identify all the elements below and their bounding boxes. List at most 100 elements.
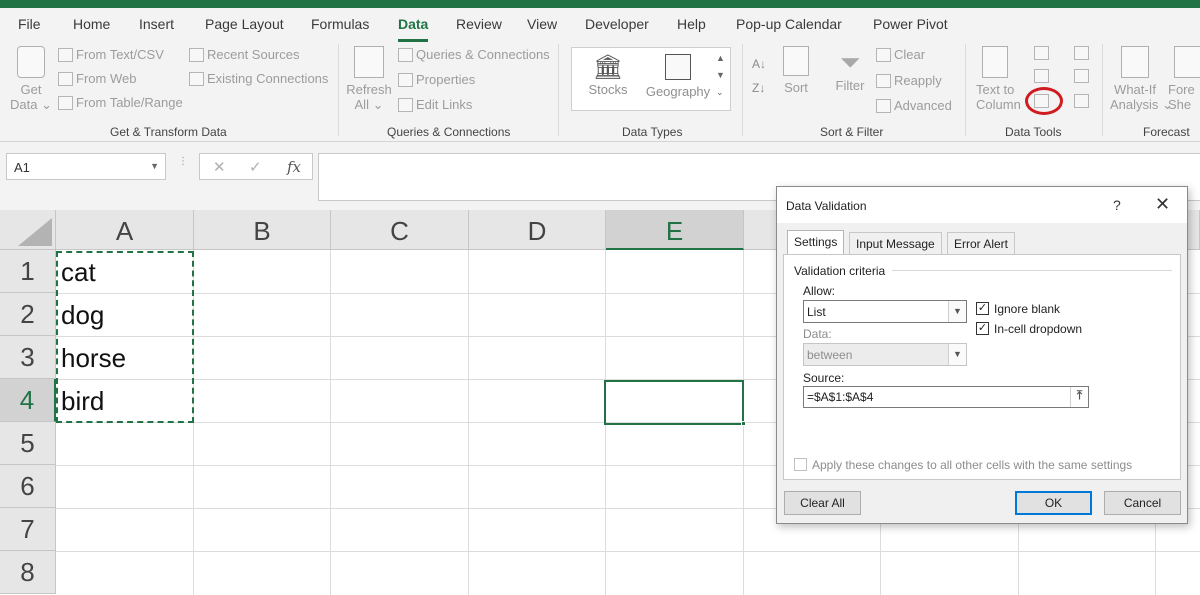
- collapse-dialog-icon[interactable]: ⤒: [1070, 387, 1088, 407]
- flash-fill-icon[interactable]: [1034, 46, 1049, 60]
- tab-home[interactable]: Home: [73, 16, 110, 32]
- row-header-3[interactable]: 3: [0, 336, 56, 379]
- sort-button[interactable]: Sort: [778, 46, 814, 95]
- insert-function-icon[interactable]: fx: [287, 158, 301, 176]
- row-header-6[interactable]: 6: [0, 465, 56, 508]
- tab-data[interactable]: Data: [398, 16, 428, 32]
- column-header-b[interactable]: B: [194, 210, 331, 250]
- chevron-down-icon[interactable]: ▼: [948, 301, 966, 322]
- cancel-button[interactable]: Cancel: [1104, 491, 1181, 515]
- tab-error-alert[interactable]: Error Alert: [947, 232, 1016, 254]
- select-all-icon: [18, 218, 52, 246]
- text-to-columns-icon: [982, 46, 1008, 78]
- web-icon: [58, 71, 73, 86]
- clear-button[interactable]: Clear: [876, 47, 925, 62]
- tab-formulas[interactable]: Formulas: [311, 16, 369, 32]
- recent-sources-icon: [189, 47, 204, 62]
- edit-links-icon: [398, 97, 413, 112]
- data-types-scroll[interactable]: ▲ ▼ ⌄: [716, 50, 725, 101]
- group-separator: [558, 44, 559, 136]
- row-header-5[interactable]: 5: [0, 422, 56, 465]
- group-label-queries: Queries & Connections: [387, 125, 511, 139]
- group-separator: [1102, 44, 1103, 136]
- gridline: [56, 551, 1200, 552]
- name-box[interactable]: A1 ▼: [6, 153, 166, 180]
- sort-az-buttons[interactable]: A↓ Z↓: [752, 52, 766, 100]
- properties-button[interactable]: Properties: [398, 72, 475, 87]
- tab-help[interactable]: Help: [677, 16, 706, 32]
- column-header-d[interactable]: D: [469, 210, 606, 250]
- ignore-blank-checkbox[interactable]: ✓: [976, 302, 989, 315]
- source-input[interactable]: =$A$1:$A$4 ⤒: [803, 386, 1089, 408]
- consolidate-icon[interactable]: [1074, 46, 1089, 60]
- tab-power-pivot[interactable]: Power Pivot: [873, 16, 948, 32]
- properties-icon: [398, 72, 413, 87]
- tab-file[interactable]: File: [18, 16, 41, 32]
- group-label-data-tools: Data Tools: [1005, 125, 1062, 139]
- forecast-icon: [1174, 46, 1200, 78]
- enter-icon[interactable]: ✓: [249, 158, 262, 176]
- column-header-a[interactable]: A: [56, 210, 194, 250]
- edit-links-button[interactable]: Edit Links: [398, 97, 472, 112]
- in-cell-dropdown-label: In-cell dropdown: [994, 322, 1083, 336]
- tab-input-message[interactable]: Input Message: [849, 232, 942, 254]
- reapply-button[interactable]: Reapply: [876, 73, 942, 88]
- forecast-sheet-button[interactable]: Fore She: [1168, 46, 1200, 112]
- filter-button[interactable]: ⏷ Filter: [830, 46, 870, 93]
- cancel-icon[interactable]: ✕: [213, 158, 226, 176]
- apply-all-label: Apply these changes to all other cells w…: [812, 458, 1133, 472]
- close-icon[interactable]: ✕: [1155, 194, 1170, 215]
- from-table-range-button[interactable]: From Table/Range: [58, 95, 183, 110]
- active-cell-e4[interactable]: [604, 380, 744, 425]
- refresh-all-button[interactable]: Refresh All ⌄: [346, 46, 392, 113]
- row-header-7[interactable]: 7: [0, 508, 56, 551]
- fill-handle[interactable]: [741, 421, 746, 426]
- chevron-down-icon: ▼: [948, 344, 966, 365]
- row-header-2[interactable]: 2: [0, 293, 56, 336]
- tab-review[interactable]: Review: [456, 16, 502, 32]
- dialog-titlebar[interactable]: Data Validation ? ✕: [777, 187, 1187, 223]
- advanced-button[interactable]: Advanced: [876, 98, 952, 113]
- chevron-down-icon[interactable]: ▼: [150, 161, 159, 171]
- from-text-csv-button[interactable]: From Text/CSV: [58, 47, 164, 62]
- annotation-circle: [1025, 87, 1063, 115]
- tab-popup-calendar[interactable]: Pop-up Calendar: [736, 16, 842, 32]
- recent-sources-button[interactable]: Recent Sources: [189, 47, 300, 62]
- geography-button[interactable]: Geography: [645, 54, 711, 99]
- column-header-e[interactable]: E: [606, 210, 744, 250]
- row-header-4[interactable]: 4: [0, 379, 56, 422]
- queries-connections-button[interactable]: Queries & Connections: [398, 47, 550, 62]
- tab-settings[interactable]: Settings: [787, 230, 845, 254]
- stocks-button[interactable]: 🏛 Stocks: [585, 54, 631, 97]
- get-data-button[interactable]: Get Data ⌄: [10, 46, 52, 113]
- tab-view[interactable]: View: [527, 16, 557, 32]
- row-header-1[interactable]: 1: [0, 250, 56, 293]
- clear-filter-icon: [876, 47, 891, 62]
- text-file-icon: [58, 47, 73, 62]
- data-validation-dialog: Data Validation ? ✕ Settings Input Messa…: [776, 186, 1188, 524]
- text-to-columns-button[interactable]: Text to Column: [976, 46, 1024, 112]
- tab-page-layout[interactable]: Page Layout: [205, 16, 284, 32]
- ok-button[interactable]: OK: [1015, 491, 1092, 515]
- remove-duplicates-icon[interactable]: [1034, 69, 1049, 83]
- existing-connections-button[interactable]: Existing Connections: [189, 71, 328, 86]
- row-header-8[interactable]: 8: [0, 551, 56, 594]
- source-label: Source:: [803, 371, 845, 385]
- help-icon[interactable]: ?: [1113, 197, 1121, 213]
- validation-criteria-label: Validation criteria: [794, 264, 886, 278]
- allow-select[interactable]: List ▼: [803, 300, 967, 323]
- relationships-icon[interactable]: [1074, 69, 1089, 83]
- column-header-c[interactable]: C: [331, 210, 469, 250]
- table-icon: [58, 95, 73, 110]
- group-separator: [742, 44, 743, 136]
- select-all-corner[interactable]: [0, 210, 56, 250]
- from-web-button[interactable]: From Web: [58, 71, 136, 86]
- refresh-icon: [354, 46, 384, 78]
- clear-all-button[interactable]: Clear All: [784, 491, 861, 515]
- tab-insert[interactable]: Insert: [139, 16, 174, 32]
- tab-developer[interactable]: Developer: [585, 16, 649, 32]
- in-cell-dropdown-checkbox[interactable]: ✓: [976, 322, 989, 335]
- title-strip: [0, 0, 1200, 8]
- manage-data-model-icon[interactable]: [1074, 94, 1089, 108]
- what-if-analysis-button[interactable]: What-If Analysis ⌄: [1110, 46, 1173, 113]
